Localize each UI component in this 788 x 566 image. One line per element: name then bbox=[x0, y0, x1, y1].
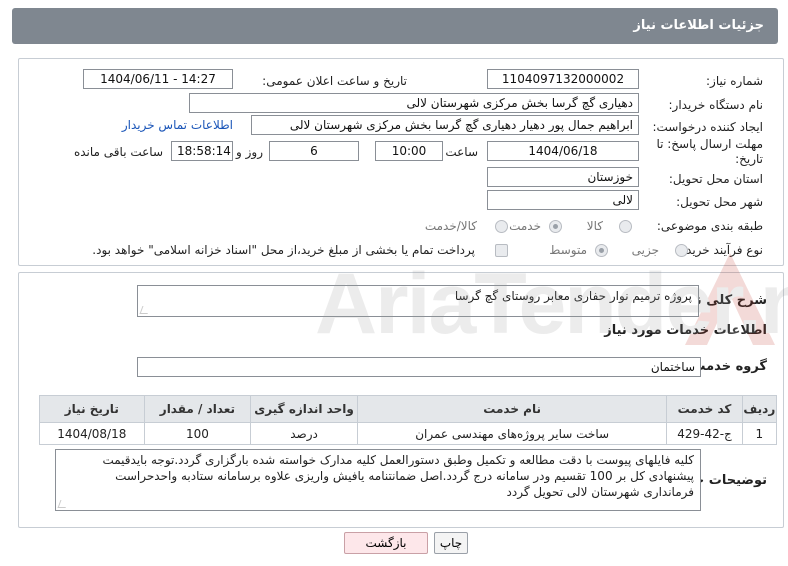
service-group-field[interactable]: ساختمان bbox=[137, 357, 701, 377]
province-field[interactable]: خوزستان bbox=[487, 167, 639, 187]
process-option-minor: جزیی bbox=[631, 243, 659, 257]
col-service-code: کد خدمت bbox=[666, 395, 743, 423]
page-frame: جزئیات اطلاعات نیاز شماره نیاز: 11040971… bbox=[4, 2, 784, 564]
treasury-payment-note: پرداخت تمام یا بخشی از مبلغ خرید،از محل … bbox=[92, 243, 475, 257]
category-radio-service[interactable] bbox=[549, 220, 562, 233]
treasury-checkbox[interactable] bbox=[495, 244, 508, 257]
cell-service-name: ساخت سایر پروژه‌های مهندسی عمران bbox=[356, 422, 668, 445]
process-radio-medium[interactable] bbox=[595, 244, 608, 257]
table-row: 1 ج-42-429 ساخت سایر پروژه‌های مهندسی عم… bbox=[39, 422, 778, 445]
resize-grip-icon[interactable] bbox=[57, 500, 69, 508]
deadline-time-field[interactable]: 10:00 bbox=[375, 141, 443, 161]
col-need-date: تاریخ نیاز bbox=[39, 395, 145, 423]
process-label: نوع فرآیند خرید : bbox=[678, 243, 763, 257]
province-label: استان محل تحویل: bbox=[668, 172, 763, 186]
category-option-service: خدمت bbox=[509, 219, 541, 233]
buyer-notes-textarea[interactable]: کلیه فایلهای پیوست با دقت مطالعه و تکمیل… bbox=[55, 449, 701, 511]
deadline-date-field[interactable]: 1404/06/18 bbox=[487, 141, 639, 161]
col-row: ردیف bbox=[741, 395, 778, 423]
city-label: شهر محل تحویل: bbox=[676, 195, 763, 209]
back-button[interactable]: بازگشت bbox=[344, 532, 428, 554]
services-table: ردیف کد خدمت نام خدمت واحد اندازه گیری ت… bbox=[39, 395, 778, 445]
need-number-label: شماره نیاز: bbox=[706, 74, 763, 88]
category-radio-goods[interactable] bbox=[619, 220, 632, 233]
resize-grip-icon[interactable] bbox=[139, 306, 151, 314]
cell-row: 1 bbox=[741, 422, 778, 445]
buyer-org-label: نام دستگاه خریدار: bbox=[668, 98, 764, 112]
buyer-contact-link[interactable]: اطلاعات تماس خریدار bbox=[122, 118, 233, 132]
category-option-goods: کالا bbox=[586, 219, 603, 233]
col-service-name: نام خدمت bbox=[356, 395, 668, 423]
print-button[interactable]: چاپ bbox=[434, 532, 468, 554]
category-option-goods-service: کالا/خدمت bbox=[424, 219, 477, 233]
col-unit: واحد اندازه گیری bbox=[250, 395, 358, 423]
category-radio-goods-service[interactable] bbox=[495, 220, 508, 233]
deadline-remaining-field[interactable]: 18:58:14 bbox=[171, 141, 233, 161]
header-bar: جزئیات اطلاعات نیاز bbox=[12, 8, 778, 44]
need-details-panel: شرح کلی نیاز: پروژه ترمیم نوار حفاری معا… bbox=[18, 272, 784, 528]
deadline-remaining-label: ساعت باقی مانده bbox=[73, 145, 163, 159]
deadline-days-field[interactable]: 6 bbox=[269, 141, 359, 161]
buyer-notes-text: کلیه فایلهای پیوست با دقت مطالعه و تکمیل… bbox=[102, 453, 694, 499]
deadline-label-line1: مهلت ارسال پاسخ: تا bbox=[656, 137, 763, 151]
page-title: جزئیات اطلاعات نیاز bbox=[633, 18, 764, 33]
cell-need-date: 1404/08/18 bbox=[39, 422, 145, 445]
summary-textarea[interactable]: پروژه ترمیم نوار حفاری معابر روستای گچ گ… bbox=[137, 285, 699, 317]
deadline-time-label: ساعت bbox=[445, 145, 478, 159]
col-quantity: تعداد / مقدار bbox=[143, 395, 252, 423]
need-number-field[interactable]: 1104097132000002 bbox=[487, 69, 639, 89]
need-info-panel: شماره نیاز: 1104097132000002 تاریخ و ساع… bbox=[18, 58, 784, 266]
requester-field[interactable]: ابراهیم جمال پور دهیار دهیاری گچ گرسا بخ… bbox=[251, 115, 639, 135]
city-field[interactable]: لالی bbox=[487, 190, 639, 210]
category-label: طبقه بندی موضوعی: bbox=[656, 219, 763, 233]
buyer-org-field[interactable]: دهیاری گچ گرسا بخش مرکزی شهرستان لالی bbox=[189, 93, 639, 113]
announce-datetime-field[interactable]: 1404/06/11 - 14:27 bbox=[83, 69, 233, 89]
deadline-days-label: روز و bbox=[236, 145, 263, 159]
summary-text: پروژه ترمیم نوار حفاری معابر روستای گچ گ… bbox=[454, 289, 692, 303]
process-radio-minor[interactable] bbox=[675, 244, 688, 257]
cell-service-code: ج-42-429 bbox=[666, 422, 743, 445]
cell-unit: درصد bbox=[250, 422, 358, 445]
cell-quantity: 100 bbox=[143, 422, 252, 445]
services-table-header: ردیف کد خدمت نام خدمت واحد اندازه گیری ت… bbox=[39, 395, 778, 423]
services-section-title: اطلاعات خدمات مورد نیاز bbox=[604, 323, 767, 338]
requester-label: ایجاد کننده درخواست: bbox=[652, 120, 763, 134]
process-option-medium: متوسط bbox=[549, 243, 587, 257]
announce-datetime-label: تاریخ و ساعت اعلان عمومی: bbox=[262, 74, 407, 88]
deadline-label-line2: تاریخ: bbox=[735, 152, 763, 166]
